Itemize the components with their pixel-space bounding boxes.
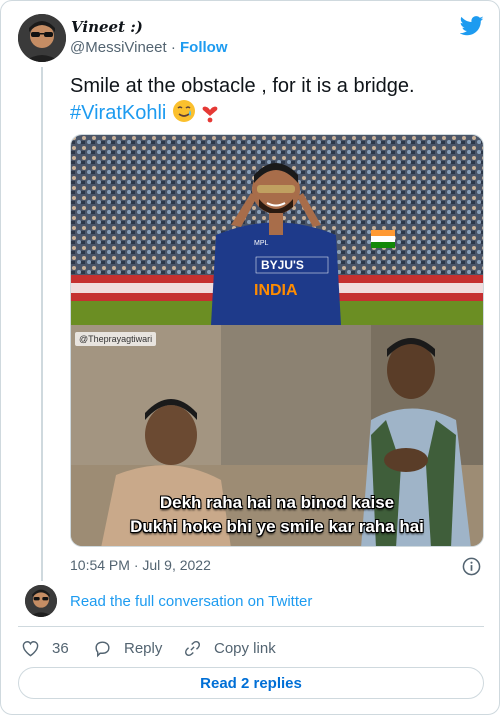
author-name[interactable]: Vineet :) [71, 18, 143, 36]
reply-button[interactable]: Reply [93, 638, 162, 658]
author-meta: @MessiVineet · Follow [70, 39, 228, 56]
thread-line [41, 67, 43, 581]
author-avatar[interactable] [18, 14, 66, 62]
tweet-timestamp[interactable]: 10:54 PM · Jul 9, 2022 [70, 557, 211, 573]
tweet-body: Smile at the obstacle , for it is a brid… [70, 75, 415, 97]
copy-link-label: Copy link [214, 639, 276, 657]
follow-button[interactable]: Follow [180, 39, 228, 56]
tweet-text: Smile at the obstacle , for it is a brid… [70, 73, 485, 130]
read-replies-button[interactable]: Read 2 replies [18, 667, 484, 699]
read-conversation-link[interactable]: Read the full conversation on Twitter [70, 593, 312, 610]
jersey-mpl: MPL [254, 240, 269, 247]
conversation-avatar[interactable] [25, 585, 57, 617]
reply-icon [95, 640, 110, 657]
copy-link-button[interactable]: Copy link [183, 638, 276, 658]
tweet-media[interactable]: BYJU'S INDIA MPL @Theprayagtiwari Dekh r… [70, 134, 484, 547]
image-watermark: @Theprayagtiwari [75, 332, 157, 346]
jersey-sponsor: BYJU'S [261, 258, 304, 272]
jersey-country: INDIA [254, 282, 298, 299]
author-handle[interactable]: @MessiVineet [70, 39, 167, 56]
link-icon [185, 640, 200, 656]
like-button[interactable]: 36 [21, 638, 69, 658]
info-icon[interactable] [462, 557, 481, 576]
divider [18, 626, 484, 627]
hashtag-link[interactable]: #ViratKohli [70, 102, 166, 124]
tweet-card: Vineet :) @MessiVineet · Follow Smile at… [0, 0, 500, 715]
twitter-bird-icon[interactable] [460, 16, 484, 36]
meme-caption-line-1: Dekh raha hai na binod kaise [159, 493, 395, 512]
meme-caption-line-2: Dukhi hoke bhi ye smile kar raha hai [130, 517, 424, 536]
reply-label: Reply [124, 639, 163, 657]
separator-dot: · [170, 39, 176, 56]
like-count: 36 [52, 639, 69, 657]
emoji-icons [172, 99, 222, 130]
heart-icon [22, 640, 39, 656]
